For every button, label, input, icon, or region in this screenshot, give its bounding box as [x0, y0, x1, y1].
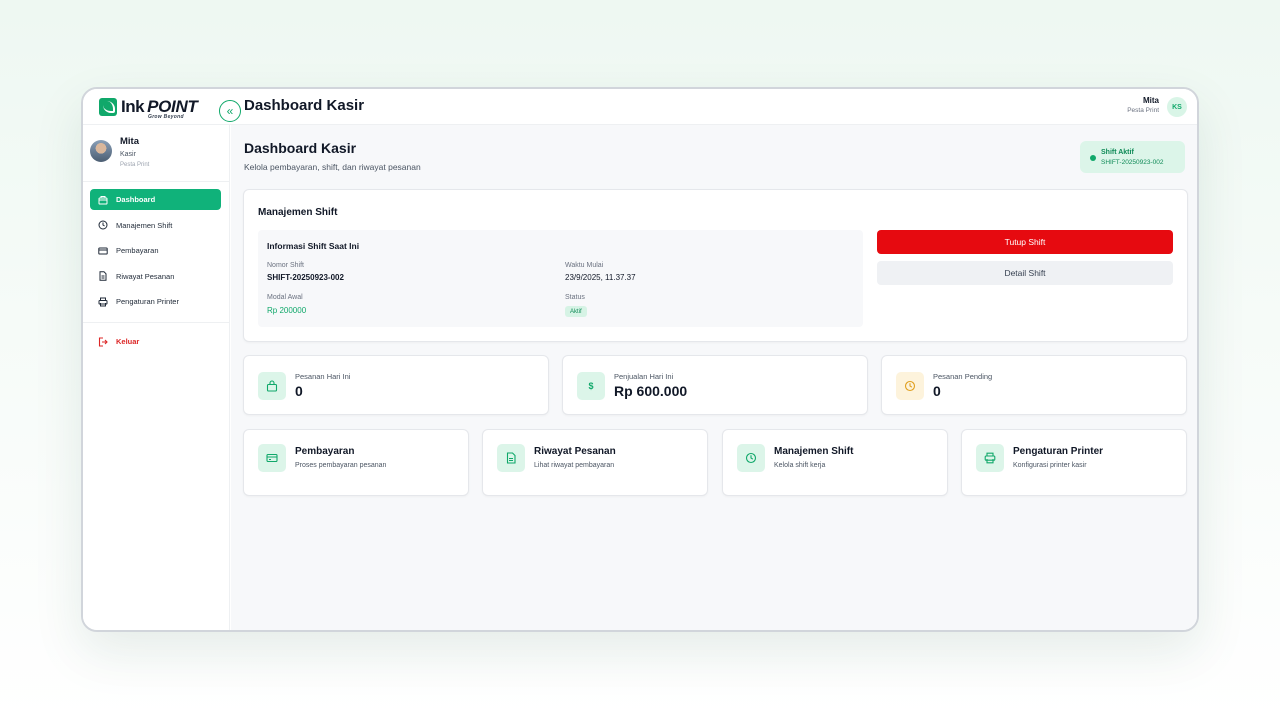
quick-link-subtitle: Proses pembayaran pesanan	[295, 462, 387, 469]
profile-store: Pesta Print	[120, 162, 150, 168]
sidebar-item-label: Pengaturan Printer	[116, 297, 179, 307]
shift-number-label: Nomor Shift	[267, 262, 304, 269]
status-dot-icon	[1090, 155, 1096, 161]
logo-tagline: Grow Beyond	[148, 114, 184, 120]
quick-link-subtitle: Konfigurasi printer kasir	[1013, 462, 1087, 469]
quick-link-subtitle: Lihat riwayat pembayaran	[534, 462, 615, 469]
quick-link-title: Pengaturan Printer	[1013, 446, 1104, 457]
shift-badge-label: Shift Aktif	[1101, 149, 1134, 156]
quick-link-subtitle: Kelola shift kerja	[774, 462, 826, 469]
app-window: Ink POINT Grow Beyond « Dashboard Kasir …	[81, 87, 1199, 632]
quick-link-riwayat-pesanan[interactable]: Riwayat Pesanan Lihat riwayat pembayaran	[482, 429, 708, 496]
quick-link-title: Manajemen Shift	[774, 446, 854, 457]
quick-link-title: Riwayat Pesanan	[534, 446, 616, 457]
profile-role: Kasir	[120, 151, 136, 158]
printer-icon	[976, 444, 1004, 472]
document-icon	[97, 271, 108, 282]
store-icon	[97, 194, 108, 205]
status-badge: Aktif	[565, 306, 587, 317]
avatar[interactable]: KS	[1167, 97, 1187, 117]
sidebar-item-label: Riwayat Pesanan	[116, 271, 175, 281]
page-subtitle: Kelola pembayaran, shift, dan riwayat pe…	[244, 162, 421, 172]
sidebar-profile: Mita Kasir Pesta Print	[83, 125, 229, 182]
user-menu[interactable]: Mita Pesta Print	[1127, 96, 1159, 114]
start-time-value: 23/9/2025, 11.37.37	[565, 273, 636, 282]
card-icon	[258, 444, 286, 472]
current-shift-info: Informasi Shift Saat Ini Nomor Shift SHI…	[258, 230, 863, 327]
shift-detail-button[interactable]: Detail Shift	[877, 261, 1173, 285]
inkpoint-logo[interactable]: Ink POINT Grow Beyond	[99, 95, 198, 120]
start-time-label: Waktu Mulai	[565, 262, 604, 269]
sidebar-item-label: Manajemen Shift	[116, 220, 173, 230]
shift-badge-code: SHIFT-20250923-002	[1101, 159, 1164, 166]
sidebar: Mita Kasir Pesta Print Dashboard Manajem…	[83, 125, 230, 630]
shift-number-value: SHIFT-20250923-002	[267, 273, 344, 282]
collapse-sidebar-button[interactable]: «	[219, 100, 241, 122]
stat-value: 0	[295, 383, 303, 399]
active-shift-badge: Shift Aktif SHIFT-20250923-002	[1080, 141, 1185, 173]
logout-button[interactable]: Keluar	[97, 336, 139, 347]
stat-value: Rp 600.000	[614, 383, 688, 399]
shift-info-title: Informasi Shift Saat Ini	[267, 241, 360, 251]
logo-ink-text: Ink	[121, 97, 145, 116]
stat-label: Pesanan Hari Ini	[295, 372, 351, 381]
clock-icon	[97, 220, 108, 231]
document-icon	[497, 444, 525, 472]
logout-icon	[97, 336, 108, 347]
double-chevron-left-icon: «	[226, 104, 234, 118]
sidebar-item-dashboard[interactable]: Dashboard	[90, 189, 221, 210]
opening-cash-value: Rp 200000	[267, 306, 307, 315]
status-label: Status	[565, 294, 585, 301]
clock-icon	[737, 444, 765, 472]
quick-link-pengaturan-printer[interactable]: Pengaturan Printer Konfigurasi printer k…	[961, 429, 1187, 496]
sidebar-item-label: Pembayaran	[116, 246, 159, 256]
topbar-title: Dashboard Kasir	[244, 97, 365, 114]
stat-card-sales-today: $ Penjualan Hari Ini Rp 600.000	[562, 355, 868, 415]
quick-link-pembayaran[interactable]: Pembayaran Proses pembayaran pesanan	[243, 429, 469, 496]
profile-name: Mita	[120, 136, 139, 147]
sidebar-item-manajemen-shift[interactable]: Manajemen Shift	[90, 215, 221, 236]
user-name: Mita	[1143, 96, 1159, 105]
main-content: Dashboard Kasir Kelola pembayaran, shift…	[231, 125, 1197, 630]
user-store: Pesta Print	[1127, 107, 1159, 114]
sidebar-item-pengaturan-printer[interactable]: Pengaturan Printer	[90, 291, 221, 312]
logout-label: Keluar	[116, 337, 140, 346]
profile-photo	[90, 140, 112, 162]
sidebar-divider	[83, 322, 229, 323]
card-icon	[97, 245, 108, 256]
quick-link-title: Pembayaran	[295, 446, 355, 457]
dollar-icon: $	[577, 372, 605, 400]
stat-card-orders-today: Pesanan Hari Ini 0	[243, 355, 549, 415]
shift-card-header: Manajemen Shift	[258, 207, 338, 218]
sidebar-item-riwayat-pesanan[interactable]: Riwayat Pesanan	[90, 266, 221, 287]
sidebar-nav: Dashboard Manajemen Shift Pembayaran Riw…	[90, 189, 221, 317]
top-bar: Ink POINT Grow Beyond « Dashboard Kasir …	[83, 89, 1197, 125]
sidebar-item-pembayaran[interactable]: Pembayaran	[90, 240, 221, 261]
stat-label: Penjualan Hari Ini	[614, 372, 674, 381]
clock-icon	[896, 372, 924, 400]
bag-icon	[258, 372, 286, 400]
opening-cash-label: Modal Awal	[267, 294, 303, 301]
quick-link-manajemen-shift[interactable]: Manajemen Shift Kelola shift kerja	[722, 429, 948, 496]
page-title: Dashboard Kasir	[244, 140, 357, 156]
logo-mark-icon	[99, 98, 117, 116]
stat-value: 0	[933, 383, 941, 399]
stat-label: Pesanan Pending	[933, 372, 993, 381]
sidebar-item-label: Dashboard	[116, 195, 156, 204]
shift-management-card: Manajemen Shift Informasi Shift Saat Ini…	[243, 189, 1188, 342]
printer-icon	[97, 296, 108, 307]
close-shift-button[interactable]: Tutup Shift	[877, 230, 1173, 254]
stat-card-pending-orders: Pesanan Pending 0	[881, 355, 1187, 415]
